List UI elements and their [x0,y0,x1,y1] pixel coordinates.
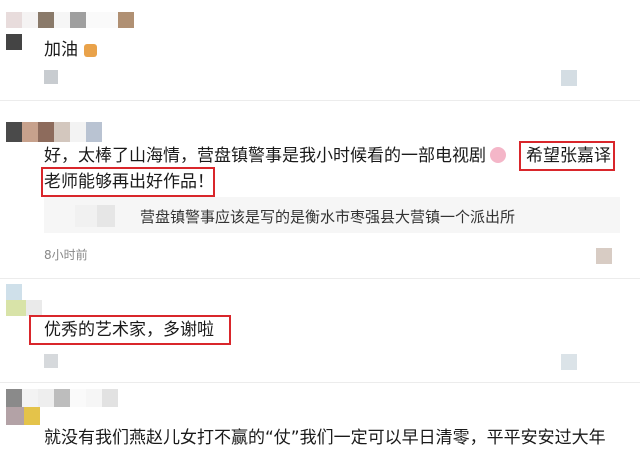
comment-text-cont: 老师能够再出好作品！ [44,172,214,192]
avatar [6,300,26,316]
comment-text: 就没有我们燕赵儿女打不赢的“仗”我们一定可以早日清零，平平安安过大年 [44,428,606,448]
divider [0,382,640,383]
like-icon[interactable] [44,70,58,84]
avatar[interactable] [6,12,134,28]
reply-icon[interactable] [561,354,577,370]
reply-icon[interactable] [561,70,577,86]
avatar-fragment [6,34,22,50]
avatar [26,300,42,316]
comment-text: 优秀的艺术家，多谢啦 [44,320,214,340]
reply-avatar [97,205,115,227]
avatar [6,407,24,425]
reply-text: 营盘镇警事应该是写的是衡水市枣强县大营镇一个派出所 [140,208,516,226]
reply-icon[interactable] [596,248,612,264]
reply-avatar [75,205,97,227]
like-icon[interactable] [44,354,58,368]
avatar [24,407,40,425]
divider [0,100,640,101]
oil-emoji-icon [84,44,97,57]
comment-highlight: 希望张嘉译 [526,146,611,166]
comment-text: 加油 [44,40,78,60]
divider [0,278,640,279]
avatar[interactable] [6,389,118,407]
timestamp: 8小时前 [44,248,88,262]
avatar[interactable] [6,284,22,300]
pig-emoji-icon [490,147,506,163]
comment-text: 好，太棒了山海情，营盘镇警事是我小时候看的一部电视剧 [44,146,486,166]
avatar[interactable] [6,122,102,142]
